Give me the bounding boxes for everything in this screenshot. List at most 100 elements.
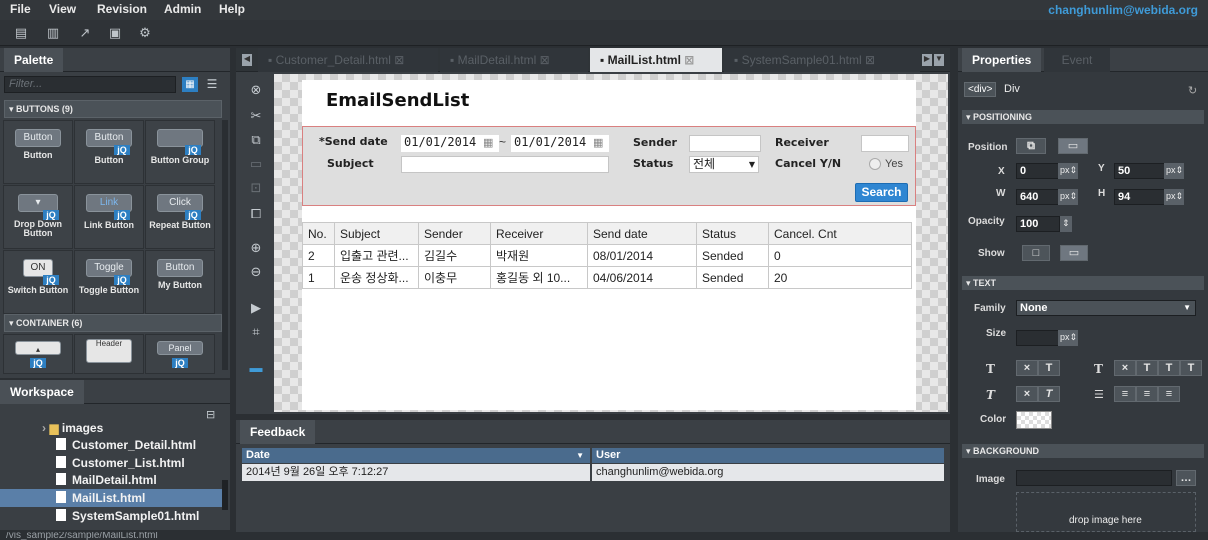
y-unit[interactable]: px⇕ <box>1164 163 1184 179</box>
feedback-tab[interactable]: Feedback <box>240 420 316 444</box>
menu-help[interactable]: Help <box>219 2 245 16</box>
family-select[interactable]: None ▼ <box>1016 300 1196 316</box>
copy-icon[interactable]: ⧉ <box>246 130 266 150</box>
grid-view-icon[interactable]: ▦ <box>182 77 198 92</box>
underline-button[interactable]: T <box>1136 360 1158 376</box>
col-subject[interactable]: Subject <box>334 222 419 245</box>
image-input[interactable] <box>1016 470 1172 486</box>
search-form[interactable]: *Send date 01/01/2014 ▦ ~ 01/01/2014 ▦ S… <box>302 126 916 206</box>
palette-item-dropdown-button[interactable]: ▾ jQ Drop Down Button <box>3 185 73 249</box>
table-row[interactable]: 1 운송 정상화... 이충무 홍길동 외 10... 04/06/2014 Sended… <box>302 266 912 289</box>
preview-icon[interactable]: ▶ <box>246 298 266 318</box>
open-external-icon[interactable]: ↗ <box>76 24 94 42</box>
palette-item-button-group[interactable]: jQ Button Group <box>145 120 215 184</box>
tab-scroll-right-icon[interactable]: ▶ <box>922 54 932 66</box>
y-input[interactable]: 50 <box>1114 163 1166 179</box>
tab-list-icon[interactable]: ▼ <box>934 54 944 66</box>
col-cancel-cnt[interactable]: Cancel. Cnt <box>768 222 912 245</box>
show-visible-button[interactable]: □ <box>1022 245 1050 261</box>
col-status[interactable]: Status <box>696 222 769 245</box>
section-background[interactable]: ▾ BACKGROUND <box>962 444 1204 458</box>
palette-item-panel[interactable]: Panel jQ <box>145 334 215 374</box>
decoration-none-button[interactable]: × <box>1114 360 1136 376</box>
palette-filter-input[interactable]: Filter... <box>4 76 176 93</box>
align-left-button[interactable]: ≡ <box>1114 386 1136 402</box>
group-icon[interactable]: ⧠ <box>246 204 266 224</box>
palette-tab[interactable]: Palette <box>4 48 64 72</box>
opacity-input[interactable]: 100 <box>1016 216 1060 232</box>
bold-on-button[interactable]: T <box>1038 360 1060 376</box>
palette-scrollbar[interactable] <box>222 120 228 370</box>
zoom-out-icon[interactable]: ⊖ <box>246 262 266 282</box>
position-relative-button[interactable]: ⧉ <box>1016 138 1046 154</box>
tree-folder-images[interactable]: › ▆ images <box>42 421 103 435</box>
col-send-date[interactable]: Send date <box>587 222 697 245</box>
menu-revision[interactable]: Revision <box>97 2 147 16</box>
overline-button[interactable]: T <box>1180 360 1202 376</box>
size-unit[interactable]: px⇕ <box>1058 330 1078 346</box>
browse-image-button[interactable]: … <box>1176 470 1196 486</box>
section-container[interactable]: ▾ CONTAINER (6) <box>4 314 222 332</box>
feedback-col-user[interactable]: User <box>592 448 944 463</box>
tree-file[interactable]: Customer_List.html <box>56 456 185 470</box>
collapse-icon[interactable]: ⊟ <box>206 408 215 421</box>
terminal-icon[interactable]: ▣ <box>106 24 124 42</box>
table-row[interactable]: 2 입출고 관련... 김길수 박재원 08/01/2014 Sended 0 <box>302 244 912 267</box>
gear-icon[interactable]: ⚙ <box>136 24 154 42</box>
cut-icon[interactable]: ✂ <box>246 106 266 126</box>
menu-admin[interactable]: Admin <box>164 2 201 16</box>
palette-item-button[interactable]: Button Button <box>3 120 73 184</box>
palette-item-toggle-button[interactable]: Toggle jQ Toggle Button <box>74 250 144 314</box>
italic-on-button[interactable]: T <box>1038 386 1060 402</box>
list-view-icon[interactable]: ☰ <box>204 77 220 92</box>
paste-icon[interactable]: ▭ <box>246 154 266 174</box>
menu-view[interactable]: View <box>49 2 76 16</box>
receiver-input[interactable] <box>861 135 909 152</box>
italic-off-button[interactable]: × <box>1016 386 1038 402</box>
menu-file[interactable]: File <box>10 2 31 16</box>
event-tab[interactable]: Event <box>1044 48 1110 72</box>
align-center-button[interactable]: ≡ <box>1136 386 1158 402</box>
opacity-stepper[interactable]: ⇕ <box>1060 216 1072 232</box>
image-drop-zone[interactable]: drop image here <box>1016 492 1196 532</box>
status-select[interactable]: 전체 ▼ <box>689 156 759 173</box>
section-buttons[interactable]: ▾ BUTTONS (9) <box>4 100 222 118</box>
tree-file[interactable]: SystemSample01.html <box>56 509 199 523</box>
position-absolute-button[interactable]: ▭ <box>1058 138 1088 154</box>
align-right-button[interactable]: ≡ <box>1158 386 1180 402</box>
color-swatch[interactable] <box>1016 411 1052 429</box>
size-input[interactable] <box>1016 330 1060 346</box>
tab-mail-detail[interactable]: ▪ MailDetail.html ⊠ <box>440 48 588 72</box>
show-hidden-button[interactable]: ▭ <box>1060 245 1088 261</box>
section-positioning[interactable]: ▾ POSITIONING <box>962 110 1204 124</box>
subject-input[interactable] <box>401 156 609 173</box>
calendar-icon[interactable]: ▦ <box>593 136 603 149</box>
monitor-icon[interactable]: ▬ <box>246 358 266 378</box>
page-surface[interactable]: EmailSendList *Send date 01/01/2014 ▦ ~ … <box>302 80 916 410</box>
tab-mail-list[interactable]: ▪ MailList.html ⊠ <box>590 48 722 72</box>
palette-item-container-1[interactable]: ▴ jQ <box>3 334 73 374</box>
close-circle-icon[interactable]: ⊗ <box>246 80 266 100</box>
h-unit[interactable]: px⇕ <box>1164 189 1184 205</box>
tab-system-sample[interactable]: ▪ SystemSample01.html ⊠ <box>724 48 920 72</box>
workspace-tab[interactable]: Workspace <box>0 380 84 404</box>
tab-scroll-left-icon[interactable]: ◀ <box>242 54 252 66</box>
w-unit[interactable]: px⇕ <box>1058 189 1078 205</box>
h-input[interactable]: 94 <box>1114 189 1166 205</box>
strikethrough-button[interactable]: T <box>1158 360 1180 376</box>
palette-item-repeat-button[interactable]: Click jQ Repeat Button <box>145 185 215 249</box>
col-receiver[interactable]: Receiver <box>490 222 588 245</box>
x-unit[interactable]: px⇕ <box>1058 163 1078 179</box>
duplicate-icon[interactable]: ⊡ <box>246 178 266 198</box>
bold-off-button[interactable]: × <box>1016 360 1038 376</box>
tab-customer-detail[interactable]: ▪ Customer_Detail.html ⊠ <box>258 48 438 72</box>
feedback-row-user[interactable]: changhunlim@webida.org <box>592 464 944 481</box>
palette-item-my-button[interactable]: Button My Button <box>145 250 215 314</box>
save-all-icon[interactable]: ▥ <box>44 24 62 42</box>
design-canvas[interactable]: EmailSendList *Send date 01/01/2014 ▦ ~ … <box>274 74 948 412</box>
workspace-scrollbar[interactable] <box>222 480 228 510</box>
search-button[interactable]: Search <box>855 183 908 202</box>
palette-item-switch-button[interactable]: ON jQ Switch Button <box>3 250 73 314</box>
section-text[interactable]: ▾ TEXT <box>962 276 1204 290</box>
sender-input[interactable] <box>689 135 761 152</box>
